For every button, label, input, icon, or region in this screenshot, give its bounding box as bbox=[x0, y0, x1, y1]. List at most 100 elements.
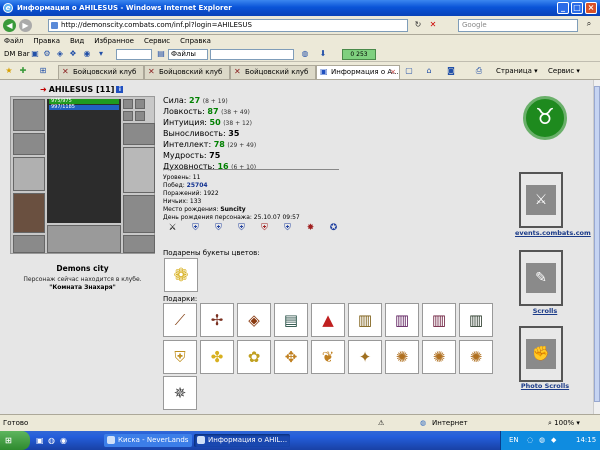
close-tab-icon[interactable]: × bbox=[390, 66, 396, 78]
emblem-slot[interactable] bbox=[47, 225, 121, 253]
gift-item[interactable]: ✤ bbox=[200, 340, 234, 374]
belt-slot[interactable] bbox=[13, 235, 45, 253]
tray-icon[interactable]: ◆ bbox=[551, 436, 556, 444]
search-icon[interactable]: ⌕ bbox=[582, 19, 596, 32]
events-link[interactable]: events.combats.com bbox=[515, 229, 591, 237]
popup-blocker-icon[interactable]: ⚠ bbox=[378, 419, 384, 427]
toolbar-field[interactable] bbox=[116, 49, 152, 60]
bouquet-gift[interactable]: ❁ bbox=[164, 258, 198, 292]
dm-bar-label[interactable]: DM Bar bbox=[4, 50, 30, 58]
gift-item[interactable]: ✵ bbox=[163, 376, 197, 410]
boots-slot[interactable] bbox=[123, 235, 155, 253]
files-dropdown[interactable]: Файлы bbox=[168, 49, 208, 60]
photo-scrolls-link[interactable]: Photo Scrolls bbox=[515, 382, 575, 390]
back-icon[interactable]: ◀ bbox=[3, 18, 16, 32]
menu-view[interactable]: Вид bbox=[70, 37, 84, 45]
print-icon[interactable]: ⎙ bbox=[474, 66, 484, 76]
shield-medal-icon[interactable]: ⛨ bbox=[189, 222, 202, 235]
toolbar-icon-1[interactable]: ▣ bbox=[30, 49, 40, 59]
ring-slot[interactable] bbox=[135, 111, 145, 121]
search-input[interactable]: Google bbox=[458, 19, 578, 32]
star-medal-icon[interactable]: ✸ bbox=[304, 222, 317, 235]
scrollbar-thumb[interactable] bbox=[594, 86, 600, 402]
close-button[interactable]: × bbox=[585, 2, 597, 14]
toolbar-icon-2[interactable]: ⚙ bbox=[42, 49, 52, 59]
gift-item[interactable]: ◈ bbox=[237, 303, 271, 337]
tab-2[interactable]: ✕ Бойцовский клуб bbox=[144, 65, 230, 79]
url-input[interactable]: http://demonscity.combats.com/inf.pl?log… bbox=[48, 19, 408, 32]
toolbar-icon-4[interactable]: ❖ bbox=[68, 49, 78, 59]
tools-menu[interactable]: Сервис ▾ bbox=[548, 67, 580, 75]
feeds-icon[interactable]: ◙ bbox=[446, 66, 456, 76]
bull-logo-icon[interactable]: ♉ bbox=[523, 96, 567, 140]
language-indicator[interactable]: EN bbox=[509, 436, 519, 444]
download-icon[interactable]: ⬇ bbox=[318, 49, 328, 59]
files-icon[interactable]: ▤ bbox=[156, 49, 166, 59]
shield-medal-icon[interactable]: ⛨ bbox=[235, 222, 248, 235]
task-neverlands[interactable]: Киска - NeverLands bbox=[104, 434, 192, 447]
refresh-icon[interactable]: ↻ bbox=[412, 19, 424, 31]
minimize-button[interactable]: _ bbox=[557, 2, 569, 14]
gift-item[interactable]: ✺ bbox=[459, 340, 493, 374]
zoom-level[interactable]: ⌕ 100% ▾ bbox=[548, 419, 580, 428]
gift-item[interactable]: ✢ bbox=[200, 303, 234, 337]
new-tab-icon[interactable]: ▢ bbox=[404, 66, 414, 76]
quicklaunch-icon[interactable]: ◉ bbox=[60, 436, 67, 445]
gift-item[interactable]: ❦ bbox=[311, 340, 345, 374]
gift-item[interactable]: ▥ bbox=[348, 303, 382, 337]
toolbar-icon-5[interactable]: ◉ bbox=[82, 49, 92, 59]
menu-help[interactable]: Справка bbox=[180, 37, 211, 45]
crossed-swords-icon[interactable]: ⚔ bbox=[166, 222, 179, 235]
gift-item[interactable]: ✺ bbox=[385, 340, 419, 374]
weapon-slot[interactable] bbox=[13, 157, 45, 191]
gift-item[interactable]: ▥ bbox=[459, 303, 493, 337]
quicklaunch-icon[interactable]: ▣ bbox=[36, 436, 44, 445]
tab-3[interactable]: ✕ Бойцовский клуб bbox=[230, 65, 316, 79]
gift-item[interactable]: ▥ bbox=[422, 303, 456, 337]
home-icon[interactable]: ⌂ bbox=[424, 66, 434, 76]
ring-slot[interactable] bbox=[123, 111, 133, 121]
gift-item[interactable]: ▥ bbox=[385, 303, 419, 337]
tray-icon[interactable]: ◍ bbox=[539, 436, 545, 444]
start-button[interactable]: ⊞ bbox=[0, 431, 30, 450]
globe-icon[interactable]: ◍ bbox=[300, 49, 310, 59]
bracers-slot[interactable] bbox=[13, 133, 45, 155]
shield-medal-icon[interactable]: ⛨ bbox=[258, 222, 271, 235]
gift-item[interactable]: ▲ bbox=[311, 303, 345, 337]
gift-item[interactable]: ✥ bbox=[274, 340, 308, 374]
gloves-slot[interactable] bbox=[123, 123, 155, 145]
task-info-window[interactable]: Информация о AHIL... bbox=[194, 434, 290, 447]
helmet-slot[interactable] bbox=[13, 99, 45, 131]
scrolls-banner[interactable]: ✎ bbox=[519, 250, 563, 306]
shield-medal-icon[interactable]: ⛨ bbox=[281, 222, 294, 235]
gift-item[interactable]: ✦ bbox=[348, 340, 382, 374]
photo-banner[interactable]: ✊ bbox=[519, 326, 563, 382]
menu-edit[interactable]: Правка bbox=[33, 37, 60, 45]
forward-icon[interactable]: ▶ bbox=[19, 18, 32, 32]
page-menu[interactable]: Страница ▾ bbox=[496, 67, 538, 75]
info-icon[interactable]: i bbox=[116, 86, 124, 93]
tab-1[interactable]: ✕ Бойцовский клуб bbox=[58, 65, 144, 79]
toolbar-icon-3[interactable]: ◈ bbox=[55, 49, 65, 59]
shield-slot[interactable] bbox=[123, 147, 155, 193]
favorites-star-icon[interactable]: ★ bbox=[4, 66, 14, 76]
menu-file[interactable]: Файл bbox=[4, 37, 23, 45]
toolbar-combo[interactable] bbox=[210, 49, 294, 60]
scrollbar[interactable] bbox=[593, 80, 600, 414]
gift-item[interactable]: ✿ bbox=[237, 340, 271, 374]
stop-icon[interactable]: ✕ bbox=[427, 19, 439, 31]
quick-tabs-icon[interactable]: ⊞ bbox=[38, 66, 48, 76]
scrolls-link[interactable]: Scrolls bbox=[515, 307, 575, 315]
leggings-slot[interactable] bbox=[123, 195, 155, 233]
gift-item[interactable]: ▤ bbox=[274, 303, 308, 337]
ring-slot[interactable] bbox=[135, 99, 145, 109]
shield-medal-icon[interactable]: ⛨ bbox=[212, 222, 225, 235]
tab-4[interactable]: ▣ Информация о A... × bbox=[316, 65, 400, 79]
gift-item[interactable]: ✺ bbox=[422, 340, 456, 374]
events-banner[interactable]: ⚔ bbox=[519, 172, 563, 228]
quicklaunch-icon[interactable]: ◍ bbox=[48, 436, 55, 445]
add-favorite-icon[interactable]: ✚ bbox=[18, 66, 28, 76]
toolbar-icon-6[interactable]: ▾ bbox=[96, 49, 106, 59]
menu-tools[interactable]: Сервис bbox=[144, 37, 170, 45]
gift-item[interactable]: ⟋ bbox=[163, 303, 197, 337]
